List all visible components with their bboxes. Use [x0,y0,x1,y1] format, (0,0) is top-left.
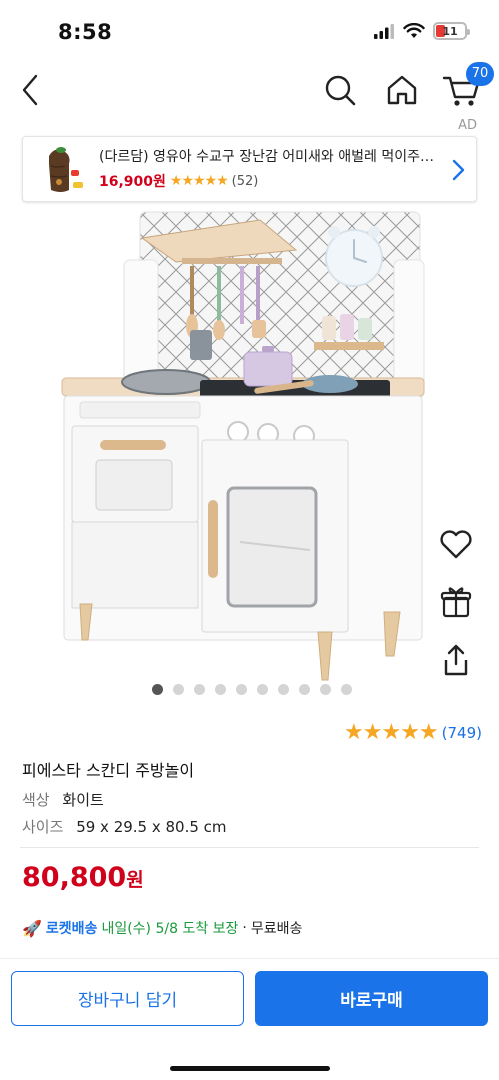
carousel-dot[interactable] [257,684,268,695]
carousel-dot[interactable] [299,684,310,695]
option-color-value: 화이트 [62,791,104,809]
chevron-right-icon[interactable] [448,157,468,183]
ad-banner[interactable]: (다르담) 영유아 수교구 장난감 어미새와 애벌레 먹이주기 놀이 16,90… [22,136,477,202]
add-to-cart-button[interactable]: 장바구니 담기 [11,971,244,1026]
ad-title: (다르담) 영유아 수교구 장난감 어미새와 애벌레 먹이주기 놀이 [99,149,444,165]
ad-price: 16,900원 [99,174,166,190]
carousel-dot[interactable] [194,684,205,695]
battery-level: 11 [442,24,458,38]
delivery-separator: · [242,920,247,936]
cart-count-badge: 70 [466,62,494,86]
delivery-date: 내일(수) 5/8 도착 보장 [101,921,239,937]
share-icon[interactable] [436,640,476,680]
ad-product-thumbnail [49,147,83,192]
carousel-dot[interactable] [341,684,352,695]
home-indicator [170,1066,330,1071]
rating-stars: ★★★★★ [344,720,439,745]
carousel-dot[interactable] [236,684,247,695]
ad-label: AD [458,118,477,133]
status-icons: 11 [373,22,470,40]
carousel-dot[interactable] [320,684,331,695]
bottom-action-bar: 장바구니 담기 바로구매 [0,958,499,1080]
ad-review-count: (52) [231,173,259,189]
carousel-dot[interactable] [278,684,289,695]
carousel-dot[interactable] [152,684,163,695]
product-price: 80,800원 [22,862,144,893]
rocket-delivery-label: 로켓배송 [45,921,98,937]
option-color: 색상 화이트 [22,789,104,810]
ad-rating-stars: ★★★★★ [169,173,229,189]
top-navigation [0,62,499,118]
delivery-info: 🚀 로켓배송 내일(수) 5/8 도착 보장 · 무료배송 [22,918,302,938]
buy-now-button[interactable]: 바로구매 [255,971,488,1026]
home-icon[interactable] [382,70,422,110]
heart-icon[interactable] [436,524,476,564]
battery-icon: 11 [433,22,470,40]
free-shipping: 무료배송 [250,921,303,937]
price-unit: 원 [126,869,144,891]
status-bar: 8:58 11 [0,0,499,66]
product-image[interactable] [0,204,499,714]
option-size-label: 사이즈 [22,818,64,836]
play-kitchen-illustration [61,211,425,681]
review-count[interactable]: (749) [442,724,482,742]
search-icon[interactable] [320,70,360,110]
back-icon[interactable] [14,70,50,110]
ad-meta: 16,900원 ★★★★★ (52) [99,171,258,191]
image-carousel-dots [152,684,352,695]
product-rating[interactable]: ★★★★★ (749) [344,720,482,745]
option-color-label: 색상 [22,791,50,809]
option-size-value: 59 x 29.5 x 80.5 cm [76,818,227,836]
carousel-dot[interactable] [173,684,184,695]
gift-icon[interactable] [436,582,476,622]
status-time: 8:58 [58,20,113,44]
carousel-dot[interactable] [215,684,226,695]
wifi-icon [403,23,425,38]
rocket-icon: 🚀 [22,918,42,938]
option-size: 사이즈 59 x 29.5 x 80.5 cm [22,816,227,837]
signal-icon [374,24,394,39]
divider [20,847,479,848]
price-amount: 80,800 [22,862,127,893]
product-title: 피에스타 스칸디 주방놀이 [22,761,195,780]
